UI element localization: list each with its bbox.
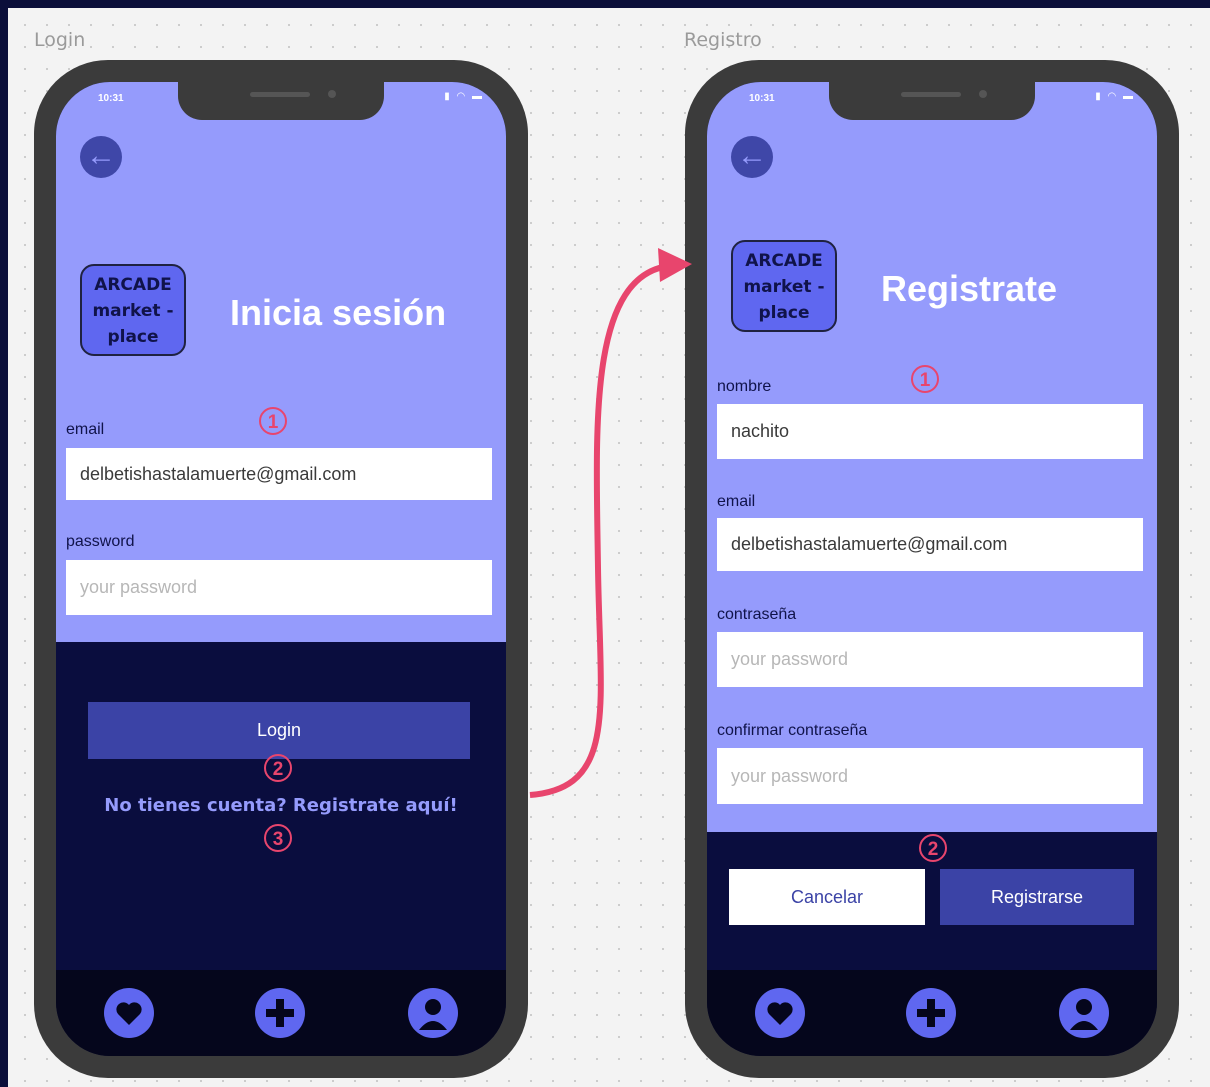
logo-line: ARCADE xyxy=(94,275,172,295)
page-title: Registrate xyxy=(881,268,1058,309)
registro-phone-frame: 10:31 ▮ ◠ ▬ ← ARCADE market - place Regi… xyxy=(685,60,1179,1078)
logo-line: place xyxy=(107,327,159,347)
design-canvas: Login Registro 10:31 ▮ ◠ ▬ ← ARCADE mark… xyxy=(8,8,1210,1087)
annotation-marker-2: 2 xyxy=(264,754,292,782)
register-link[interactable]: No tienes cuenta? Registrate aquí! xyxy=(56,795,506,816)
arcade-logo: ARCADE market - place xyxy=(731,240,837,332)
password-field[interactable] xyxy=(717,632,1143,687)
email-field[interactable] xyxy=(717,518,1143,571)
logo-line: market - xyxy=(92,301,174,321)
logo-line: place xyxy=(758,303,810,323)
logo-line: ARCADE xyxy=(745,251,823,271)
email-label: email xyxy=(717,493,756,510)
login-phone-frame: 10:31 ▮ ◠ ▬ ← ARCADE market - place Inic… xyxy=(34,60,528,1078)
login-screen: 10:31 ▮ ◠ ▬ ← ARCADE market - place Inic… xyxy=(56,82,506,1056)
annotation-marker-3: 3 xyxy=(264,824,292,852)
plus-icon[interactable] xyxy=(906,988,956,1038)
register-button[interactable]: Registrarse xyxy=(940,869,1134,925)
user-icon[interactable] xyxy=(1059,988,1109,1038)
login-top-area xyxy=(56,82,506,642)
frame-label-registro: Registro xyxy=(684,29,762,51)
email-label: email xyxy=(66,421,105,438)
confirm-password-label: confirmar contraseña xyxy=(717,722,868,739)
nombre-label: nombre xyxy=(717,378,772,395)
confirm-password-field[interactable] xyxy=(717,748,1143,804)
nombre-field[interactable] xyxy=(717,404,1143,459)
speaker xyxy=(250,92,310,97)
arcade-logo: ARCADE market - place xyxy=(80,264,186,356)
password-label: contraseña xyxy=(717,606,797,623)
registro-screen: 10:31 ▮ ◠ ▬ ← ARCADE market - place Regi… xyxy=(707,82,1157,1056)
bottom-nav xyxy=(707,970,1157,1056)
heart-icon[interactable] xyxy=(104,988,154,1038)
logo-line: market - xyxy=(743,277,825,297)
email-field[interactable] xyxy=(66,448,492,500)
back-arrow-icon[interactable]: ← xyxy=(731,136,773,178)
status-time: 10:31 xyxy=(98,93,124,104)
page-title: Inicia sesión xyxy=(230,292,447,333)
camera xyxy=(328,90,336,98)
camera xyxy=(979,90,987,98)
plus-icon[interactable] xyxy=(255,988,305,1038)
annotation-marker-1: 1 xyxy=(259,407,287,435)
user-icon[interactable] xyxy=(408,988,458,1038)
frame-label-login: Login xyxy=(34,29,86,51)
login-button[interactable]: Login xyxy=(88,702,470,759)
notch xyxy=(829,82,1035,120)
annotation-marker-2: 2 xyxy=(919,834,947,862)
status-icons: ▮ ◠ ▬ xyxy=(1095,91,1135,102)
password-label: password xyxy=(66,533,135,550)
password-field[interactable] xyxy=(66,560,492,615)
heart-icon[interactable] xyxy=(755,988,805,1038)
annotation-marker-1: 1 xyxy=(911,365,939,393)
status-icons: ▮ ◠ ▬ xyxy=(444,91,484,102)
status-time: 10:31 xyxy=(749,93,775,104)
back-arrow-icon[interactable]: ← xyxy=(80,136,122,178)
bottom-nav xyxy=(56,970,506,1056)
speaker xyxy=(901,92,961,97)
notch xyxy=(178,82,384,120)
cancel-button[interactable]: Cancelar xyxy=(729,869,925,925)
